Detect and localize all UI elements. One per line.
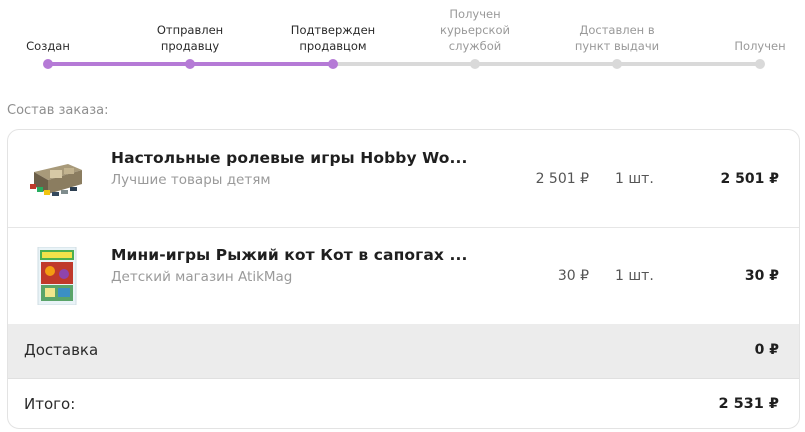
step-dot-confirmed bbox=[328, 59, 338, 69]
board-game-box-image[interactable] bbox=[26, 150, 88, 208]
mini-game-cover-image[interactable] bbox=[26, 247, 88, 305]
step-dot-pickup-point bbox=[612, 59, 622, 69]
item-quantity: 1 шт. bbox=[615, 171, 654, 187]
item-name[interactable]: Настольные ролевые игры Hobby Wo... bbox=[111, 149, 468, 167]
item-name[interactable]: Мини-игры Рыжий кот Кот в сапогах ... bbox=[111, 246, 467, 264]
order-total-value: 2 531 ₽ bbox=[718, 396, 779, 412]
step-label-created: Создан bbox=[26, 39, 70, 53]
item-unit-price: 2 501 ₽ bbox=[535, 171, 589, 187]
item-seller[interactable]: Лучшие товары детям bbox=[111, 172, 271, 188]
item-total-price: 2 501 ₽ bbox=[720, 171, 779, 187]
step-label-courier: Получен курьерской службой bbox=[440, 7, 510, 53]
step-label-pickup-point: Доставлен в пункт выдачи bbox=[574, 23, 660, 53]
order-total-label: Итого: bbox=[24, 395, 76, 413]
step-label-sent-to-seller: Отправлен продавцу bbox=[156, 23, 224, 53]
step-dot-sent-to-seller bbox=[185, 59, 195, 69]
delivery-row: Доставка 0 ₽ bbox=[8, 324, 799, 378]
step-label-received: Получен bbox=[734, 39, 786, 53]
step-dot-received bbox=[755, 59, 765, 69]
step-dot-courier bbox=[470, 59, 480, 69]
item-quantity: 1 шт. bbox=[615, 268, 654, 284]
order-item-row[interactable]: Мини-игры Рыжий кот Кот в сапогах ... Де… bbox=[8, 227, 799, 324]
order-total-row: Итого: 2 531 ₽ bbox=[8, 378, 799, 428]
order-contents-title: Состав заказа: bbox=[7, 103, 109, 118]
item-seller[interactable]: Детский магазин AtikMag bbox=[111, 269, 292, 285]
order-item-row[interactable]: Настольные ролевые игры Hobby Wo... Лучш… bbox=[8, 130, 799, 228]
item-unit-price: 30 ₽ bbox=[557, 268, 589, 284]
item-total-price: 30 ₽ bbox=[744, 268, 779, 284]
delivery-value: 0 ₽ bbox=[754, 342, 779, 358]
delivery-label: Доставка bbox=[24, 341, 99, 359]
step-label-confirmed: Подтвержден продавцом bbox=[290, 23, 376, 53]
order-contents-card: Настольные ролевые игры Hobby Wo... Лучш… bbox=[7, 129, 800, 429]
step-dot-created bbox=[43, 59, 53, 69]
order-status-tracker: Создан Отправлен продавцу Подтвержден прод… bbox=[0, 0, 805, 80]
